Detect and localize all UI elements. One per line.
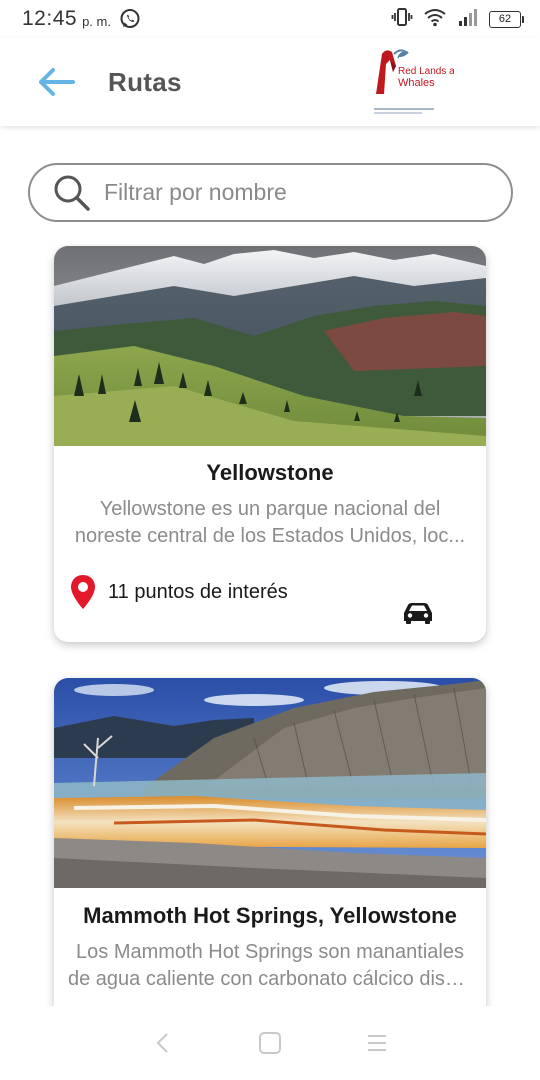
system-nav-bar: [0, 1006, 540, 1080]
whatsapp-icon: [119, 8, 141, 30]
points-of-interest: 11 puntos de interés: [70, 574, 288, 610]
status-time: 12:45: [22, 7, 78, 30]
car-icon: [402, 602, 434, 624]
screen: 12:45 p. m. 62 Rutas Red Lands a Whales …: [0, 0, 540, 1080]
route-card-mammoth-hot-springs[interactable]: Mammoth Hot Springs, Yellowstone Los Mam…: [54, 678, 486, 1006]
signal-icon: [457, 7, 479, 32]
search-icon: [52, 173, 92, 213]
route-description: Yellowstone es un parque nacional del no…: [68, 496, 472, 550]
menu-nav-button[interactable]: [347, 1013, 407, 1073]
points-of-interest-count: 11 puntos de interés: [108, 580, 288, 603]
route-title: Yellowstone: [206, 460, 334, 485]
home-nav-icon: [258, 1032, 281, 1054]
app-logo: Red Lands and Whales: [372, 46, 466, 120]
route-description: Los Mammoth Hot Springs son manantiales …: [68, 939, 472, 993]
route-image: [54, 678, 486, 888]
route-description-line: noreste central de los Estados Unidos, l…: [74, 525, 466, 547]
route-description-line: Yellowstone es un parque nacional del: [99, 498, 441, 520]
back-button[interactable]: [26, 52, 86, 112]
svg-text:Red Lands and: Red Lands and: [398, 66, 454, 77]
route-description-line: Los Mammoth Hot Springs son manantiales: [76, 941, 464, 963]
wifi-icon: [423, 7, 447, 32]
route-description-line: de agua caliente con carbonato cálcico d…: [68, 968, 472, 990]
search-bar[interactable]: [28, 163, 513, 222]
home-nav-button[interactable]: [240, 1013, 300, 1073]
arrow-left-icon: [39, 68, 75, 96]
route-image: [54, 246, 486, 446]
page-title: Rutas: [108, 66, 182, 97]
back-nav-button[interactable]: [133, 1013, 193, 1073]
route-footer: 11 puntos de interés: [54, 550, 486, 630]
battery-icon: 62: [489, 10, 524, 28]
menu-nav-icon: [367, 1035, 386, 1051]
route-card-yellowstone[interactable]: Yellowstone Yellowstone es un parque nac…: [54, 246, 486, 642]
map-pin-icon: [71, 575, 95, 609]
back-nav-icon: [156, 1033, 169, 1053]
route-list[interactable]: Yellowstone Yellowstone es un parque nac…: [0, 244, 540, 1006]
status-ampm: p. m.: [82, 13, 111, 29]
svg-text:Whales: Whales: [398, 77, 435, 89]
vibrate-icon: [391, 7, 413, 32]
battery-level: 62: [489, 10, 521, 28]
route-title: Mammoth Hot Springs, Yellowstone: [83, 903, 457, 928]
app-bar: Rutas Red Lands and Whales: [0, 38, 540, 126]
search-input[interactable]: [104, 179, 484, 206]
status-bar: 12:45 p. m. 62: [0, 0, 540, 38]
